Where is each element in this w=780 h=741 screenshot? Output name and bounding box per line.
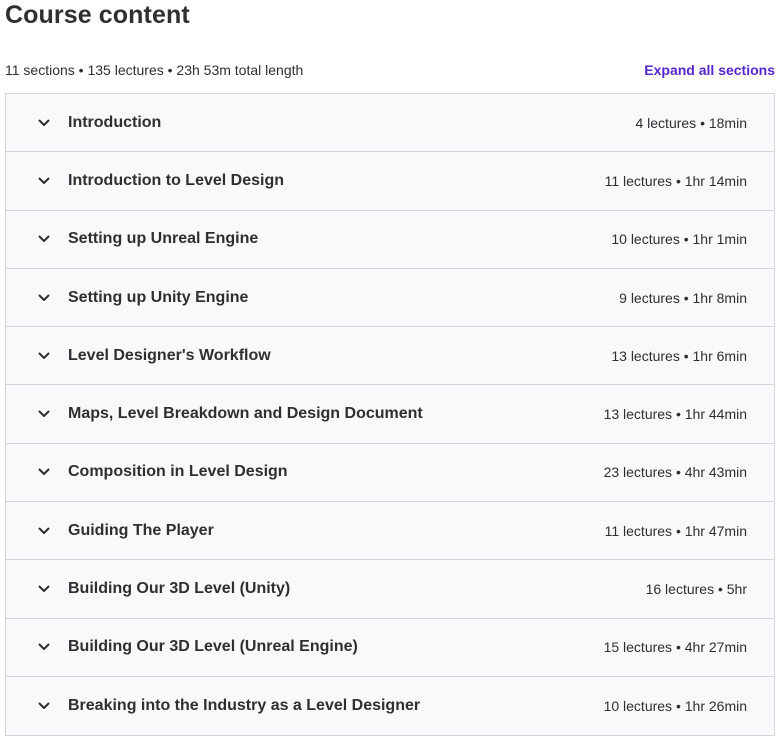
chevron-down-icon: [37, 524, 51, 538]
section-title: Level Designer's Workflow: [68, 346, 271, 364]
chevron-down-icon: [37, 582, 51, 596]
course-summary-row: 11 sections • 135 lectures • 23h 53m tot…: [5, 60, 775, 80]
section-list: Introduction 4 lectures • 18min Introduc…: [5, 93, 775, 737]
section-title: Setting up Unity Engine: [68, 288, 249, 306]
section-meta: 4 lectures • 18min: [635, 114, 747, 131]
section-title: Setting up Unreal Engine: [68, 230, 259, 248]
section-row[interactable]: Breaking into the Industry as a Level De…: [6, 676, 774, 736]
section-meta: 9 lectures • 1hr 8min: [619, 289, 747, 306]
section-title: Guiding The Player: [68, 521, 214, 539]
section-row[interactable]: Composition in Level Design 23 lectures …: [6, 443, 774, 503]
course-summary: 11 sections • 135 lectures • 23h 53m tot…: [5, 62, 304, 78]
chevron-down-icon: [37, 174, 51, 188]
section-meta: 10 lectures • 1hr 26min: [603, 698, 747, 715]
chevron-down-icon: [37, 291, 51, 305]
chevron-down-icon: [37, 640, 51, 654]
section-meta: 13 lectures • 1hr 6min: [611, 347, 747, 364]
chevron-down-icon: [37, 349, 51, 363]
section-row[interactable]: Setting up Unity Engine 9 lectures • 1hr…: [6, 268, 774, 328]
section-row[interactable]: Introduction 4 lectures • 18min: [6, 94, 774, 153]
expand-all-sections-button[interactable]: Expand all sections: [644, 62, 775, 78]
chevron-down-icon: [37, 232, 51, 246]
section-title: Building Our 3D Level (Unity): [68, 580, 291, 598]
section-row[interactable]: Maps, Level Breakdown and Design Documen…: [6, 385, 774, 444]
section-row[interactable]: Building Our 3D Level (Unreal Engine) 15…: [6, 618, 774, 677]
section-title: Maps, Level Breakdown and Design Documen…: [68, 405, 423, 423]
section-meta: 11 lectures • 1hr 14min: [604, 172, 747, 189]
section-meta: 15 lectures • 4hr 27min: [603, 639, 747, 656]
chevron-down-icon: [37, 116, 51, 130]
section-title: Breaking into the Industry as a Level De…: [68, 697, 421, 715]
section-meta: 16 lectures • 5hr: [645, 581, 747, 598]
section-meta: 13 lectures • 1hr 44min: [603, 406, 747, 423]
chevron-down-icon: [37, 465, 51, 479]
section-title: Introduction: [68, 113, 162, 131]
section-title: Composition in Level Design: [68, 463, 288, 481]
section-meta: 23 lectures • 4hr 43min: [603, 464, 747, 481]
section-meta: 11 lectures • 1hr 47min: [604, 522, 747, 539]
section-meta: 10 lectures • 1hr 1min: [611, 231, 747, 248]
section-row[interactable]: Setting up Unreal Engine 10 lectures • 1…: [6, 210, 774, 269]
section-title: Building Our 3D Level (Unreal Engine): [68, 638, 358, 656]
page-title: Course content: [5, 1, 190, 29]
chevron-down-icon: [37, 407, 51, 421]
chevron-down-icon: [37, 699, 51, 713]
section-row[interactable]: Level Designer's Workflow 13 lectures • …: [6, 327, 774, 386]
section-row[interactable]: Guiding The Player 11 lectures • 1hr 47m…: [6, 502, 774, 561]
section-row[interactable]: Building Our 3D Level (Unity) 16 lecture…: [6, 560, 774, 619]
section-row[interactable]: Introduction to Level Design 11 lectures…: [6, 152, 774, 211]
section-title: Introduction to Level Design: [68, 171, 285, 189]
